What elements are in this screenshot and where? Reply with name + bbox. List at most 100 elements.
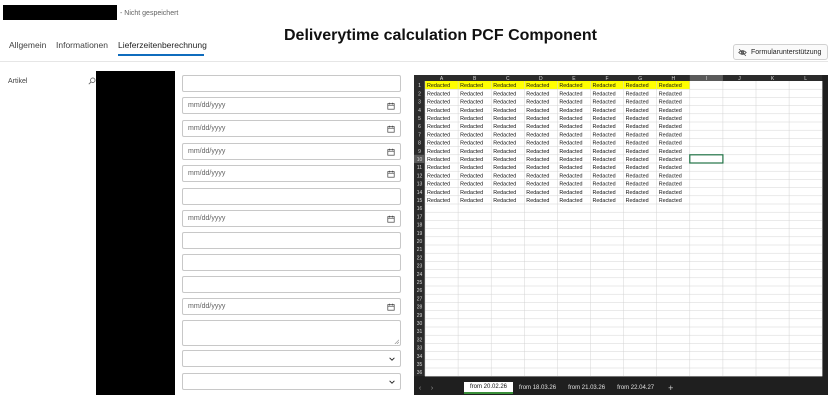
spreadsheet-component[interactable]: A B C D E F G H I J K L 1 Redacted Redacted Redacted Red… <box>414 75 828 395</box>
record-save-status: - Nicht gespeichert <box>120 10 179 17</box>
calendar-icon[interactable] <box>387 170 395 178</box>
date-placeholder: mm/dd/yyyy <box>188 102 226 109</box>
row-header-29: 29 <box>417 313 423 319</box>
column-header-L: L <box>804 76 807 82</box>
form-assist-button[interactable]: Formularunterstützung <box>733 44 828 60</box>
cell-value: Redacted <box>460 116 483 122</box>
row-header-34: 34 <box>417 354 423 360</box>
text-field-4[interactable] <box>182 276 401 293</box>
select-field-1[interactable] <box>182 350 401 367</box>
sheet-tab-1[interactable]: from 20.02.26 <box>464 382 514 394</box>
row-header-8: 8 <box>418 141 421 147</box>
cell-value: Redacted <box>559 173 582 179</box>
cell-value: Redacted <box>526 100 549 106</box>
column-header-G: G <box>638 76 642 82</box>
tab-allgemein[interactable]: Allgemein <box>9 40 46 50</box>
select-field-2[interactable] <box>182 373 401 390</box>
date-field-5[interactable]: mm/dd/yyyy <box>182 210 401 227</box>
cell-value: Redacted <box>593 83 616 89</box>
text-field-2[interactable] <box>182 232 401 249</box>
calendar-icon[interactable] <box>387 125 395 133</box>
cell-value: Redacted <box>526 198 549 204</box>
column-header-I: I <box>706 76 707 82</box>
cell-value: Redacted <box>593 124 616 130</box>
cell-value: Redacted <box>460 83 483 89</box>
cell-value: Redacted <box>427 132 450 138</box>
row-header-17: 17 <box>417 214 423 220</box>
text-field-1[interactable] <box>182 188 401 205</box>
calendar-icon[interactable] <box>387 303 395 311</box>
row-header-25: 25 <box>417 280 423 286</box>
redacted-field-labels <box>96 71 175 395</box>
cell-value: Redacted <box>559 141 582 147</box>
cell-value: Redacted <box>559 100 582 106</box>
cell-value: Redacted <box>559 149 582 155</box>
prev-sheet-icon[interactable]: ‹ <box>414 385 426 392</box>
cell-value: Redacted <box>526 116 549 122</box>
column-header-D: D <box>539 76 543 82</box>
calendar-icon[interactable] <box>387 215 395 223</box>
cell-value: Redacted <box>626 190 649 196</box>
cell-value: Redacted <box>427 198 450 204</box>
column-header-C: C <box>506 76 510 82</box>
row-header-4: 4 <box>418 108 421 114</box>
calendar-icon[interactable] <box>387 102 395 110</box>
cell-value: Redacted <box>427 190 450 196</box>
cell-value: Redacted <box>493 91 516 97</box>
date-field-4[interactable]: mm/dd/yyyy <box>182 165 401 182</box>
row-header-20: 20 <box>417 239 423 245</box>
tab-informationen[interactable]: Informationen <box>56 40 108 50</box>
cell-value: Redacted <box>659 173 682 179</box>
row-header-2: 2 <box>418 91 421 97</box>
row-header-12: 12 <box>417 173 423 179</box>
date-field-1[interactable]: mm/dd/yyyy <box>182 97 401 114</box>
cell-value: Redacted <box>493 132 516 138</box>
cell-value: Redacted <box>593 141 616 147</box>
row-header-24: 24 <box>417 272 423 278</box>
cell-value: Redacted <box>659 157 682 163</box>
lookup-search-icon[interactable] <box>88 77 96 85</box>
cell-value: Redacted <box>493 141 516 147</box>
resize-grip-icon[interactable] <box>394 339 399 344</box>
row-header-5: 5 <box>418 116 421 122</box>
spreadsheet-grid[interactable]: A B C D E F G H I J K L1 Redacted Redacted Redacted Red… <box>414 75 828 381</box>
cell-value: Redacted <box>460 141 483 147</box>
cell-value: Redacted <box>659 190 682 196</box>
row-header-23: 23 <box>417 264 423 270</box>
cell-value: Redacted <box>493 149 516 155</box>
row-header-32: 32 <box>417 337 423 343</box>
cell-value: Redacted <box>593 149 616 155</box>
cell-value: Redacted <box>427 124 450 130</box>
cell-value: Redacted <box>493 182 516 188</box>
row-header-33: 33 <box>417 346 423 352</box>
sheet-tab-2[interactable]: from 18.03.26 <box>513 382 562 394</box>
cell-value: Redacted <box>493 157 516 163</box>
cell-value: Redacted <box>659 141 682 147</box>
cell-value: Redacted <box>526 141 549 147</box>
cell-value: Redacted <box>460 124 483 130</box>
next-sheet-icon[interactable]: › <box>426 385 438 392</box>
redacted-record-name <box>3 5 117 20</box>
sheet-tab-3[interactable]: from 21.03.26 <box>562 382 611 394</box>
sheet-tab-4[interactable]: from 22.04.27 <box>611 382 660 394</box>
cell-value: Redacted <box>593 157 616 163</box>
cell-value: Redacted <box>460 190 483 196</box>
cell-value: Redacted <box>559 198 582 204</box>
add-sheet-button[interactable]: + <box>660 383 681 393</box>
date-field-6[interactable]: mm/dd/yyyy <box>182 298 401 315</box>
tab-lieferzeitenberechnung[interactable]: Lieferzeitenberechnung <box>118 40 207 50</box>
row-header-1: 1 <box>418 83 421 89</box>
cell-value: Redacted <box>659 182 682 188</box>
calendar-icon[interactable] <box>387 148 395 156</box>
date-field-2[interactable]: mm/dd/yyyy <box>182 120 401 137</box>
cell-value: Redacted <box>460 91 483 97</box>
artikel-input[interactable] <box>182 75 401 92</box>
row-header-9: 9 <box>418 149 421 155</box>
text-field-3[interactable] <box>182 254 401 271</box>
cell-value: Redacted <box>493 198 516 204</box>
multiline-textarea[interactable] <box>182 320 401 346</box>
cell-value: Redacted <box>526 83 549 89</box>
eye-off-icon <box>738 48 747 56</box>
date-field-3[interactable]: mm/dd/yyyy <box>182 143 401 160</box>
row-header-30: 30 <box>417 321 423 327</box>
